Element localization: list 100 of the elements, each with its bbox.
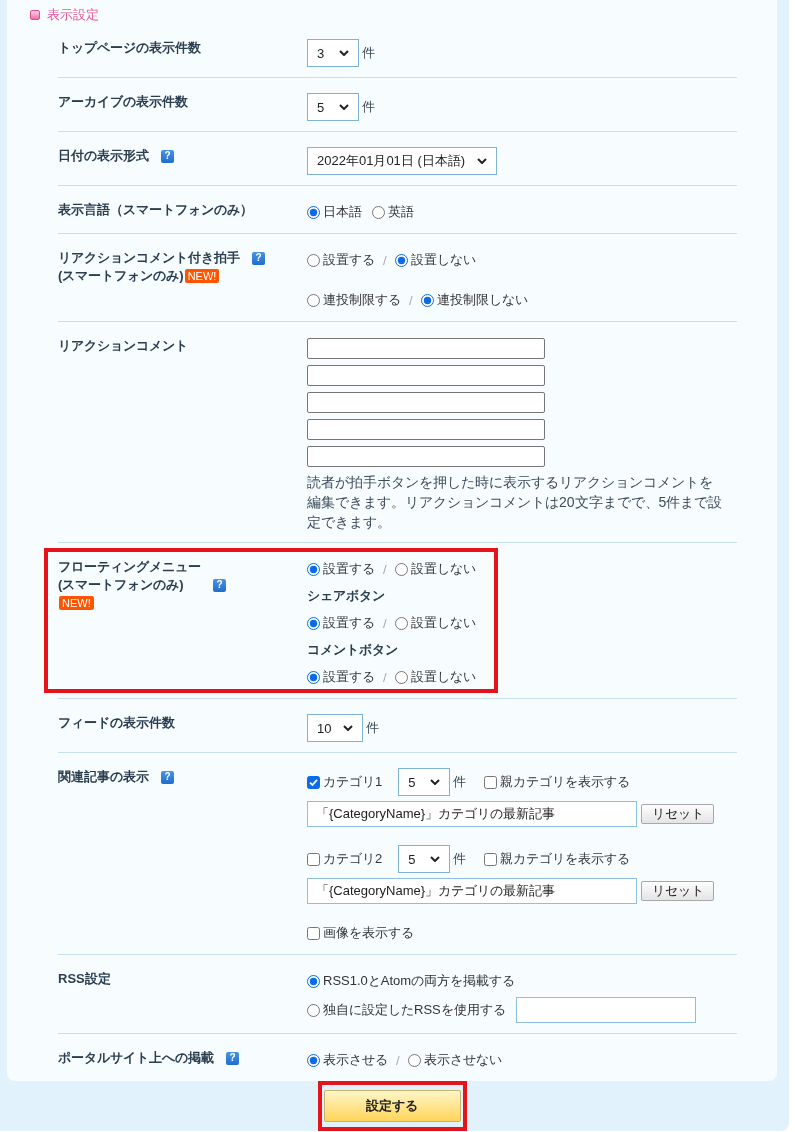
text-field[interactable] [515,997,696,1023]
radio-icon[interactable] [307,616,320,630]
checkbox-icon[interactable] [307,775,320,789]
section-title: 表示設定 [47,6,99,24]
dropdown[interactable]: 5 [307,93,359,121]
setting-label: トップページの表示件数 [58,39,201,57]
text-field[interactable] [307,364,545,386]
radio-icon[interactable] [307,562,320,576]
separator: / [383,561,387,577]
radio-option[interactable]: 設置しない [394,668,476,686]
checkbox-option[interactable]: カテゴリ1 [307,773,383,791]
radio-option[interactable]: 表示させる [307,1051,388,1069]
radio-icon[interactable] [307,1053,320,1067]
checkbox-icon[interactable] [484,775,498,789]
chevron-down-icon [339,104,349,110]
unit-label: 件 [362,98,375,116]
square-bullet-icon [30,10,40,20]
text-field[interactable] [307,445,545,467]
radio-icon[interactable] [394,616,408,630]
radio-option[interactable]: RSS1.0とAtomの両方を掲載する [307,972,516,990]
help-text: 読者が拍手ボタンを押した時に表示するリアクションコメントを編集できます。リアクションコメントは20文字までで、5件まで設定できます。 [307,473,723,532]
chevron-down-icon [343,725,354,731]
checkbox-option[interactable]: 親カテゴリを表示する [484,773,631,791]
help-icon[interactable]: ? [226,1051,239,1065]
help-icon[interactable]: ? [213,578,226,592]
radio-option[interactable]: 独自に設定したRSSを使用する [307,1001,506,1019]
radio-option[interactable]: 日本語 [307,203,362,221]
checkbox-option[interactable]: 画像を表示する [307,924,414,942]
radio-icon[interactable] [307,253,320,267]
setting-label: リアクションコメント [58,337,188,355]
radio-icon[interactable] [420,293,434,307]
dropdown[interactable]: 10 [307,714,364,742]
setting-label: ポータルサイト上への掲載 [58,1049,214,1067]
text-field[interactable] [307,391,545,413]
text-field[interactable]: 「{CategoryName}」カテゴリの最新記事 [307,801,637,827]
separator: / [383,615,387,631]
setting-label: RSS設定 [58,970,111,988]
new-badge: NEW! [59,596,94,610]
setting-label: アーカイブの表示件数 [58,93,188,111]
radio-option[interactable]: 設置しない [394,251,476,269]
checkbox-option[interactable]: カテゴリ2 [307,850,383,868]
setting-label: リアクションコメント付き拍手 [58,249,240,267]
chevron-down-icon [430,856,441,862]
help-icon[interactable]: ? [252,251,265,265]
radio-icon[interactable] [307,670,320,684]
setting-label: 日付の表示形式 [58,147,149,165]
unit-label: 件 [453,850,467,868]
new-badge: NEW! [184,269,220,283]
text-field[interactable] [307,337,545,359]
dropdown[interactable]: 2022年01月01日 (日本語) [307,147,498,175]
radio-icon[interactable] [407,1053,421,1067]
reset-button[interactable]: リセット [641,804,714,824]
setting-label: 表示言語（スマートフォンのみ） [58,201,253,219]
unit-label: 件 [453,773,467,791]
separator: / [409,292,413,308]
dropdown[interactable]: 3 [307,39,359,67]
chevron-down-icon [477,158,488,164]
checkbox-icon[interactable] [307,852,320,866]
radio-icon[interactable] [307,205,320,219]
radio-icon[interactable] [394,670,408,684]
radio-option[interactable]: 設置する [307,614,375,632]
radio-icon[interactable] [307,974,320,988]
radio-option[interactable]: 英語 [372,203,414,221]
dropdown[interactable]: 5 [398,845,451,873]
help-icon[interactable]: ? [161,149,174,163]
radio-option[interactable]: 表示させない [407,1051,502,1069]
radio-option[interactable]: 設置する [307,560,375,578]
radio-option[interactable]: 連投制限する [307,291,401,309]
text-field[interactable]: 「{CategoryName}」カテゴリの最新記事 [307,878,637,904]
radio-icon[interactable] [307,293,320,307]
radio-option[interactable]: 設置しない [394,560,476,578]
radio-icon[interactable] [394,562,408,576]
separator: / [383,252,387,268]
checkbox-option[interactable]: 親カテゴリを表示する [484,850,631,868]
radio-option[interactable]: 設置する [307,251,375,269]
unit-label: 件 [362,44,375,62]
radio-icon[interactable] [394,253,408,267]
checkbox-icon[interactable] [307,926,320,940]
setting-label: (スマートフォンのみ) [58,267,184,285]
help-icon[interactable]: ? [161,770,174,784]
radio-icon[interactable] [307,1003,320,1017]
unit-label: 件 [366,719,380,737]
setting-label: フィードの表示件数 [58,714,175,732]
radio-option[interactable]: 設置しない [394,614,476,632]
separator: / [396,1052,400,1068]
subheading: コメントボタン [307,641,398,659]
setting-label: 関連記事の表示 [58,768,149,786]
dropdown[interactable]: 5 [398,768,451,796]
radio-option[interactable]: 連投制限しない [420,291,528,309]
submit-button[interactable]: 設定する [323,1090,461,1122]
radio-icon[interactable] [372,205,385,219]
separator: / [383,669,387,685]
reset-button[interactable]: リセット [641,881,714,901]
text-field[interactable] [307,418,545,440]
setting-label: フローティングメニュー [58,558,201,576]
radio-option[interactable]: 設置する [307,668,375,686]
chevron-down-icon [339,50,349,56]
chevron-down-icon [430,779,441,785]
setting-label: (スマートフォンのみ) [58,576,184,594]
checkbox-icon[interactable] [484,852,498,866]
